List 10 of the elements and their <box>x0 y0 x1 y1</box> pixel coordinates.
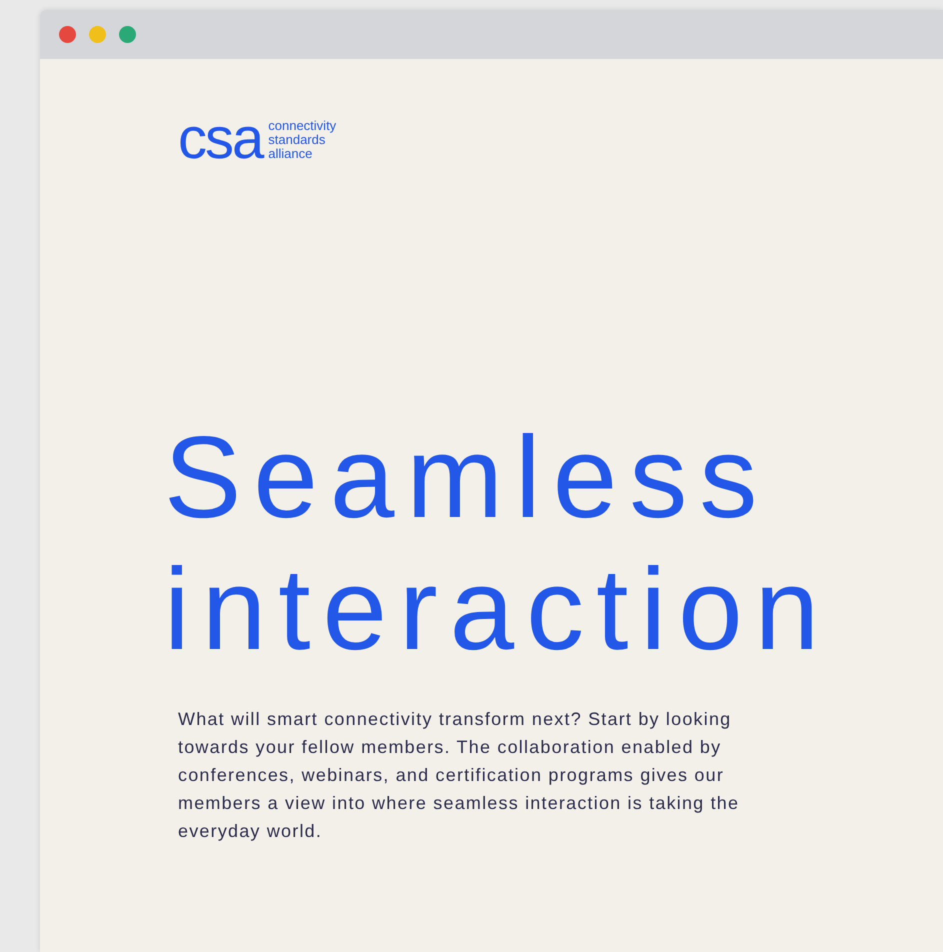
logo-mark: csa <box>178 117 262 161</box>
logo-tagline: standards <box>268 133 326 147</box>
intro-paragraph: What will smart connectivity transform next? Start by looking towards your fellow members. The collaboration enabled by conferences, webinars, and certification programs gives our members a view into where seamless interaction is taking the everyday world. <box>178 708 740 843</box>
window-control-button[interactable] <box>59 26 76 43</box>
hero-heading: interaction <box>164 543 832 675</box>
window-control-button[interactable] <box>119 26 136 43</box>
logo-tagline: alliance <box>268 147 314 161</box>
window-control-button[interactable] <box>89 26 106 43</box>
hero-heading: Seamless <box>164 411 770 543</box>
logo-tagline: connectivity <box>268 119 336 133</box>
